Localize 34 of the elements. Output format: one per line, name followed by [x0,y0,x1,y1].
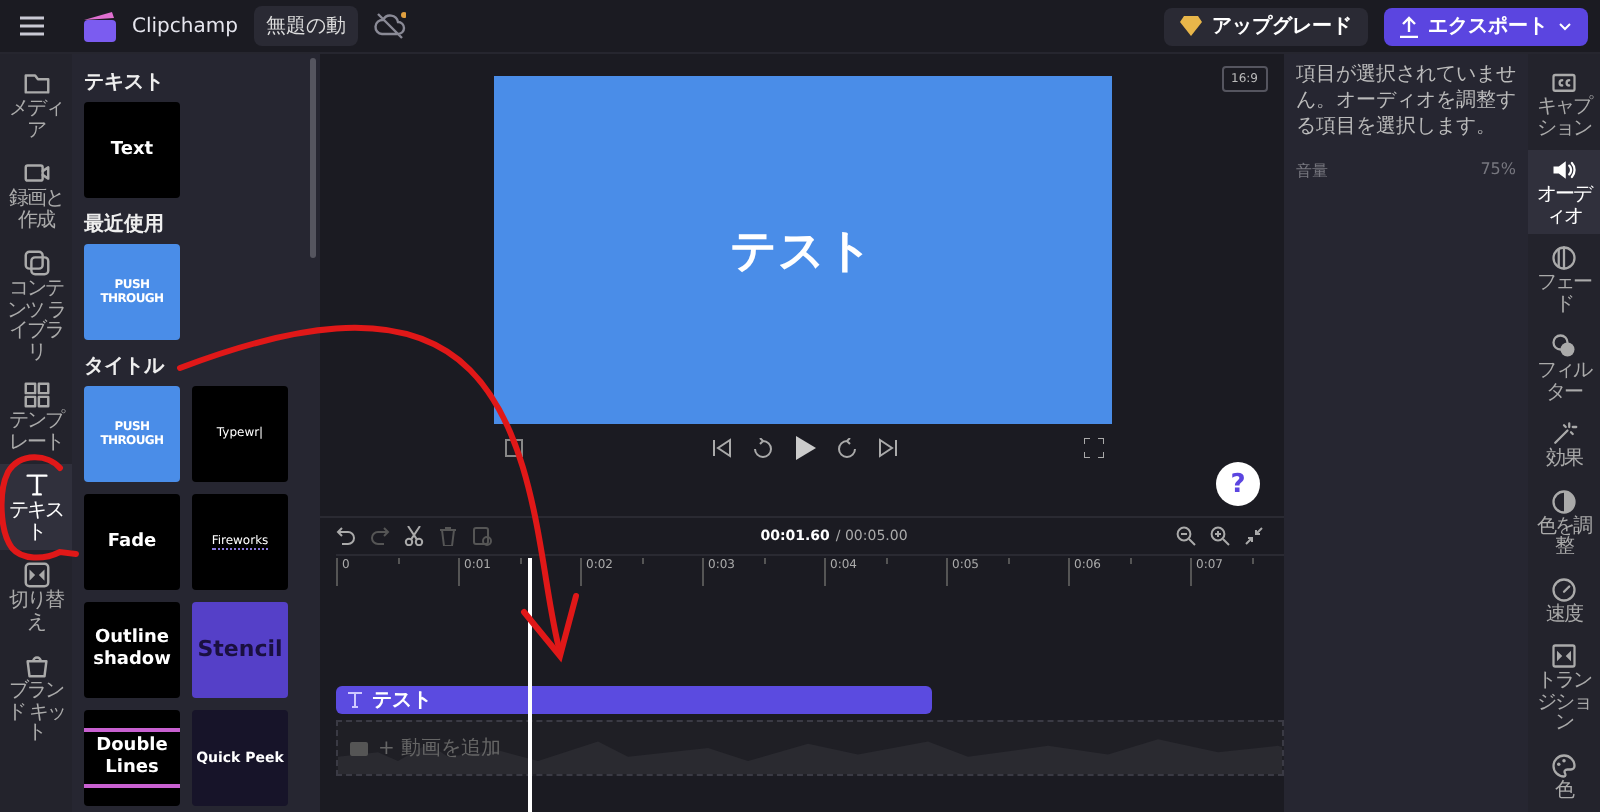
text-style-tile[interactable]: Double Lines [84,710,180,806]
help-button[interactable]: ? [1216,462,1260,506]
tool-item[interactable]: フェード [1528,238,1600,322]
nav-item[interactable]: テンプレート [0,374,72,460]
volume-label: 音量 [1296,160,1328,182]
nav-item[interactable]: テキスト [0,464,72,550]
tool-item[interactable]: オーディオ [1528,150,1600,234]
volume-value: 75% [1480,160,1516,182]
nav-item[interactable]: ブランド キット [0,644,72,751]
text-style-tile[interactable]: Outline shadow [84,602,180,698]
tool-item[interactable]: キャプション [1528,62,1600,146]
section-heading: テキスト [84,70,166,96]
canvas-title: テスト [730,223,874,281]
tool-item[interactable]: 色 [1528,745,1600,808]
app-name: Clipchamp [132,15,238,37]
nav-item[interactable]: コンテンツ ライブラリ [0,242,72,370]
text-style-tile[interactable]: Text [84,102,180,198]
project-title-field[interactable]: 無題の動 [253,6,358,46]
tool-item[interactable]: 速度 [1528,569,1600,632]
section-heading: 最近使用 [84,211,166,238]
nav-item[interactable]: メディア [0,62,72,148]
nav-item[interactable]: 録画と作成 [0,152,72,238]
tool-item[interactable]: 色を調整 [1528,481,1600,565]
upgrade-button[interactable]: アップグレード [1164,7,1368,45]
add-video-label: + 動画を追加 [378,735,502,762]
text-style-tile[interactable]: Fade [84,494,180,590]
no-selection-message: 項目が選択されていません。オーディオを調整する項目を選択します。 [1296,62,1516,140]
tool-item[interactable]: トランジション [1528,636,1600,741]
section-heading: タイトル [84,354,167,380]
nav-item[interactable]: 切り替え [0,554,72,640]
tool-item[interactable]: 効果 [1528,414,1600,477]
export-button[interactable]: エクスポート [1384,7,1588,45]
tool-item[interactable]: フィルター [1528,326,1600,410]
text-clip[interactable]: テスト [336,686,932,714]
